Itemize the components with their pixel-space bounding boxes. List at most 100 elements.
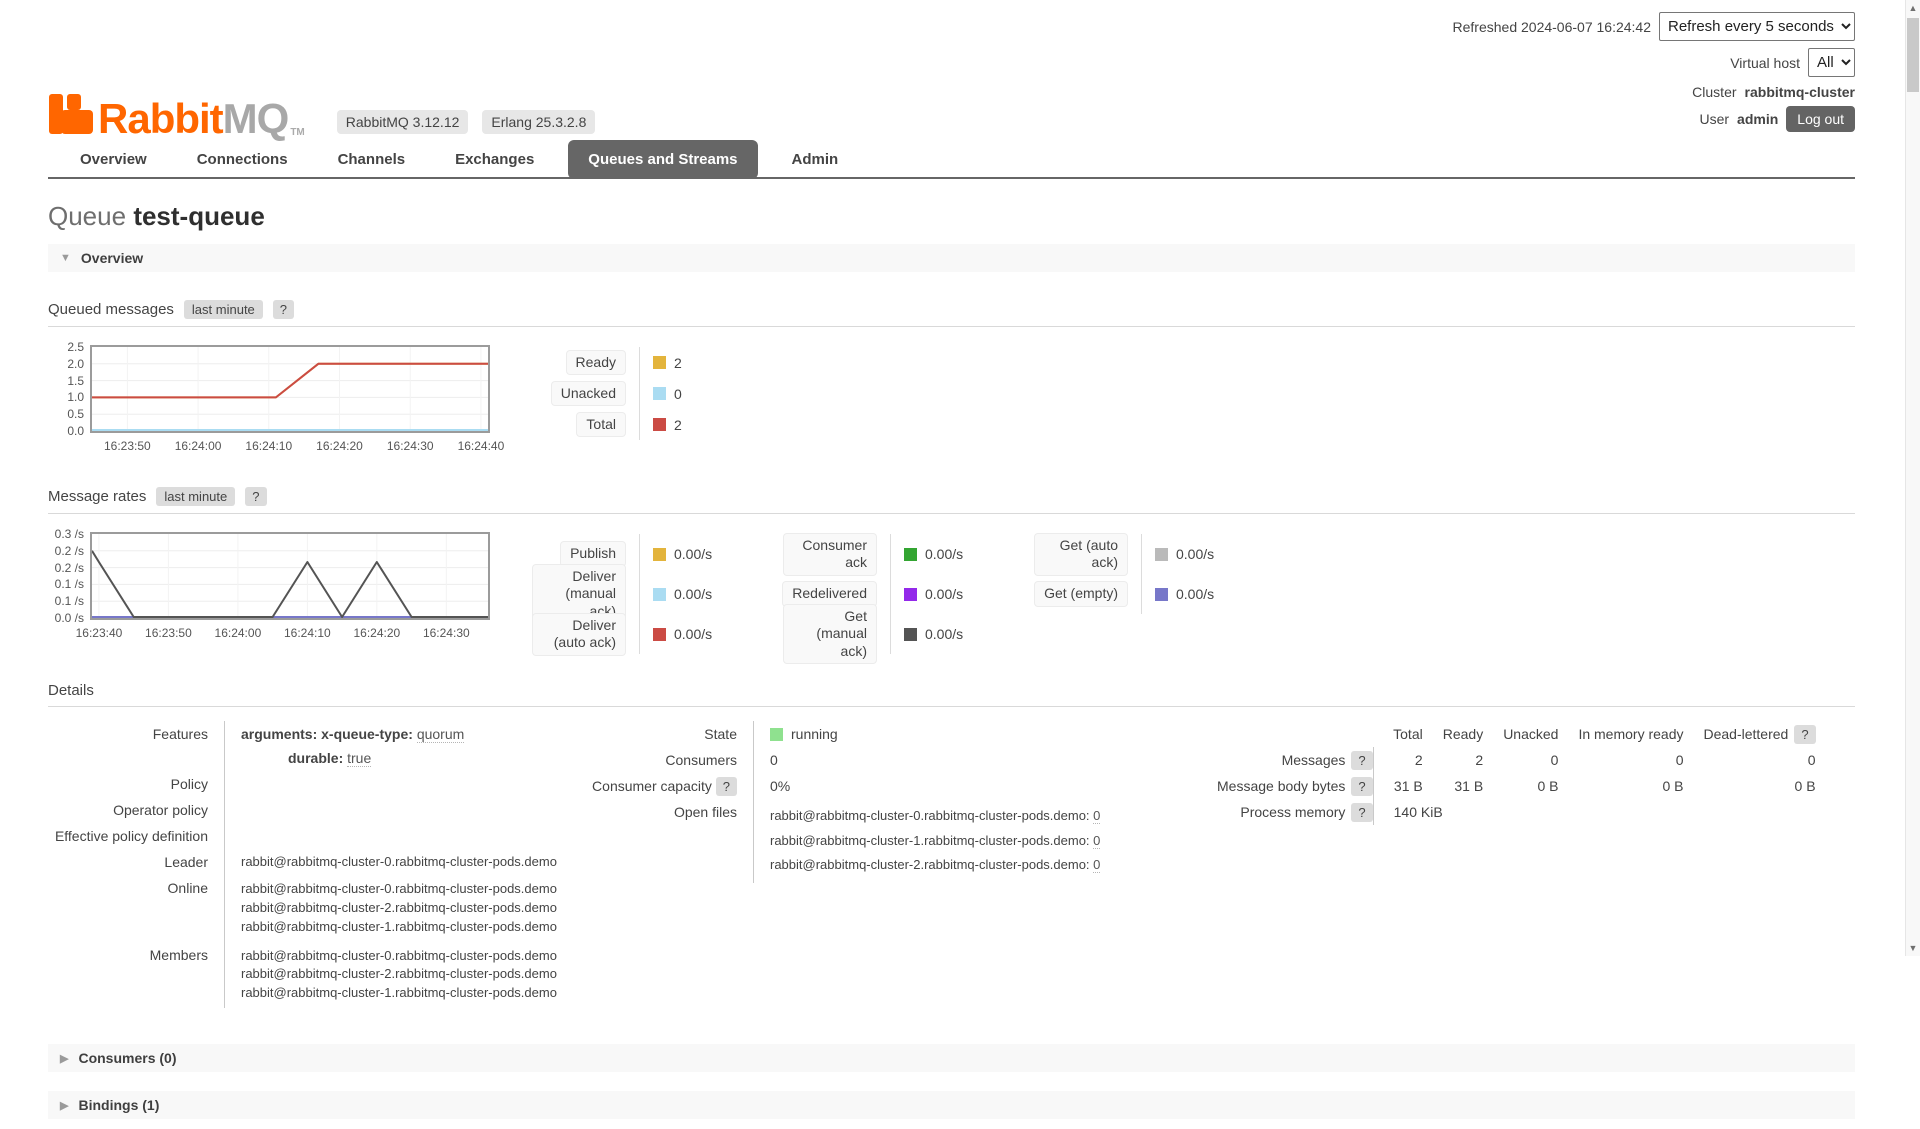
legend-rate-value: 0.00/s	[674, 546, 712, 562]
series-color-swatch	[653, 418, 666, 431]
legend-button-total[interactable]: Total	[576, 412, 626, 438]
legend-button-get-manual-ack[interactable]: Get (manual ack)	[783, 604, 877, 665]
legend-button-get-auto-ack[interactable]: Get (auto ack)	[1034, 533, 1128, 576]
time-window-badge[interactable]: last minute	[184, 300, 263, 319]
legend-rate-value: 0.00/s	[925, 586, 963, 602]
help-icon[interactable]: ?	[273, 300, 294, 319]
durable-key: durable:	[288, 750, 343, 766]
virtual-host-label: Virtual host	[1730, 55, 1800, 71]
scrollbar-down-icon[interactable]: ▼	[1906, 943, 1920, 953]
section-overview-label: Overview	[81, 250, 143, 266]
consumers-value: 0	[753, 747, 1201, 773]
refresh-interval-select[interactable]: Refresh every 5 seconds	[1659, 12, 1855, 41]
message-rates-chart: 0.3 /s0.2 /s0.2 /s0.1 /s0.1 /s0.0 /s 16:…	[58, 532, 490, 654]
online-values: rabbit@rabbitmq-cluster-0.rabbitmq-clust…	[224, 875, 557, 942]
queued-messages-title: Queued messages	[48, 301, 174, 318]
operator-policy-value	[224, 797, 557, 823]
legend-value-unacked: 0	[674, 386, 682, 402]
col-header-in-memory-ready: In memory ready	[1558, 721, 1683, 747]
section-consumers[interactable]: ▶ Consumers (0)	[48, 1044, 1855, 1072]
legend-button-consumer-ack[interactable]: Consumer ack	[783, 533, 877, 576]
legend-button-publish[interactable]: Publish	[560, 541, 626, 567]
details-heading: Details	[48, 682, 1855, 699]
legend-button-redelivered[interactable]: Redelivered	[782, 581, 877, 607]
legend-button-unacked[interactable]: Unacked	[551, 381, 626, 407]
page: RabbitMQ TM RabbitMQ 3.12.12 Erlang 25.3…	[0, 0, 1905, 1129]
online-node: rabbit@rabbitmq-cluster-1.rabbitmq-clust…	[241, 918, 557, 937]
open-files-node: rabbit@rabbitmq-cluster-1.rabbitmq-clust…	[770, 833, 1090, 848]
help-icon[interactable]: ?	[1351, 751, 1372, 770]
scrollbar[interactable]: ▲ ▼	[1905, 0, 1920, 956]
state-label: State	[553, 721, 753, 747]
main-nav-tabs: Overview Connections Channels Exchanges …	[48, 140, 1855, 179]
help-icon[interactable]: ?	[1794, 725, 1815, 744]
message-rates-title: Message rates	[48, 488, 146, 505]
col-header-ready: Ready	[1423, 721, 1483, 747]
body-bytes-in-memory-ready: 0 B	[1558, 773, 1683, 799]
policy-label: Policy	[48, 771, 224, 797]
queued-messages-legend: Ready 2 Unacked 0 Total 2	[532, 347, 725, 459]
consumer-capacity-value: 0%	[753, 773, 1201, 799]
help-icon[interactable]: ?	[245, 487, 266, 506]
legend-button-deliver-auto-ack[interactable]: Deliver (auto ack)	[532, 613, 626, 656]
cluster-name: rabbitmq-cluster	[1745, 84, 1855, 100]
consumers-label: Consumers	[553, 747, 753, 773]
scrollbar-thumb[interactable]	[1907, 18, 1919, 92]
series-color-swatch	[904, 548, 917, 561]
tab-exchanges[interactable]: Exchanges	[439, 142, 550, 177]
members-values: rabbit@rabbitmq-cluster-0.rabbitmq-clust…	[224, 942, 557, 1009]
series-color-swatch	[653, 548, 666, 561]
legend-rate-value: 0.00/s	[925, 546, 963, 562]
message-stats-table: Total Ready Unacked In memory ready Dead…	[1217, 721, 1816, 825]
member-node: rabbit@rabbitmq-cluster-2.rabbitmq-clust…	[241, 965, 557, 984]
user-label: User	[1699, 111, 1729, 127]
tab-channels[interactable]: Channels	[322, 142, 422, 177]
messages-total: 2	[1373, 747, 1423, 773]
section-overview[interactable]: ▼ Overview	[48, 244, 1855, 272]
row-label-process-memory: Process memory?	[1217, 799, 1373, 825]
section-bindings[interactable]: ▶ Bindings (1)	[48, 1091, 1855, 1119]
online-label: Online	[48, 875, 224, 942]
help-icon[interactable]: ?	[1351, 777, 1372, 796]
series-color-swatch	[653, 628, 666, 641]
virtual-host-select[interactable]: All	[1808, 48, 1855, 77]
section-bindings-label: Bindings (1)	[78, 1097, 159, 1113]
tab-admin[interactable]: Admin	[776, 142, 855, 177]
divider	[48, 326, 1855, 327]
open-files-node: rabbit@rabbitmq-cluster-2.rabbitmq-clust…	[770, 857, 1090, 872]
body-bytes-ready: 31 B	[1423, 773, 1483, 799]
scrollbar-up-icon[interactable]: ▲	[1906, 3, 1920, 13]
series-color-swatch	[904, 628, 917, 641]
legend-button-get-empty[interactable]: Get (empty)	[1034, 581, 1128, 607]
state-color-swatch	[770, 728, 783, 741]
help-icon[interactable]: ?	[716, 777, 737, 796]
state-value: running	[753, 721, 1201, 747]
legend-rate-value: 0.00/s	[1176, 546, 1214, 562]
series-color-swatch	[653, 588, 666, 601]
legend-rate-value: 0.00/s	[674, 626, 712, 642]
arguments-key: arguments:	[241, 726, 317, 742]
legend-value-total: 2	[674, 417, 682, 433]
legend-button-ready[interactable]: Ready	[566, 350, 626, 376]
y-axis-ticks: 0.3 /s0.2 /s0.2 /s0.1 /s0.1 /s0.0 /s	[58, 532, 86, 624]
members-label: Members	[48, 942, 224, 1009]
tab-connections[interactable]: Connections	[181, 142, 304, 177]
series-color-swatch	[1155, 548, 1168, 561]
collapse-triangle-icon: ▼	[60, 252, 71, 264]
tab-queues-and-streams[interactable]: Queues and Streams	[568, 140, 757, 179]
help-icon[interactable]: ?	[1351, 803, 1372, 822]
logout-button[interactable]: Log out	[1786, 106, 1855, 132]
col-header-total: Total	[1373, 721, 1423, 747]
table-row-messages: Messages? 2 2 0 0 0	[1217, 747, 1816, 773]
operator-policy-label: Operator policy	[48, 797, 224, 823]
series-color-swatch	[653, 356, 666, 369]
rabbitmq-logo[interactable]: RabbitMQ TM	[48, 93, 305, 138]
tab-overview[interactable]: Overview	[64, 142, 163, 177]
details-title: Details	[48, 682, 94, 699]
time-window-badge[interactable]: last minute	[156, 487, 235, 506]
process-memory-value: 140 KiB	[1373, 799, 1815, 825]
consumer-capacity-text: Consumer capacity	[592, 778, 712, 794]
messages-in-memory-ready: 0	[1558, 747, 1683, 773]
erlang-version-badge: Erlang 25.3.2.8	[482, 110, 595, 134]
rabbitmq-rabbit-icon	[48, 93, 94, 138]
